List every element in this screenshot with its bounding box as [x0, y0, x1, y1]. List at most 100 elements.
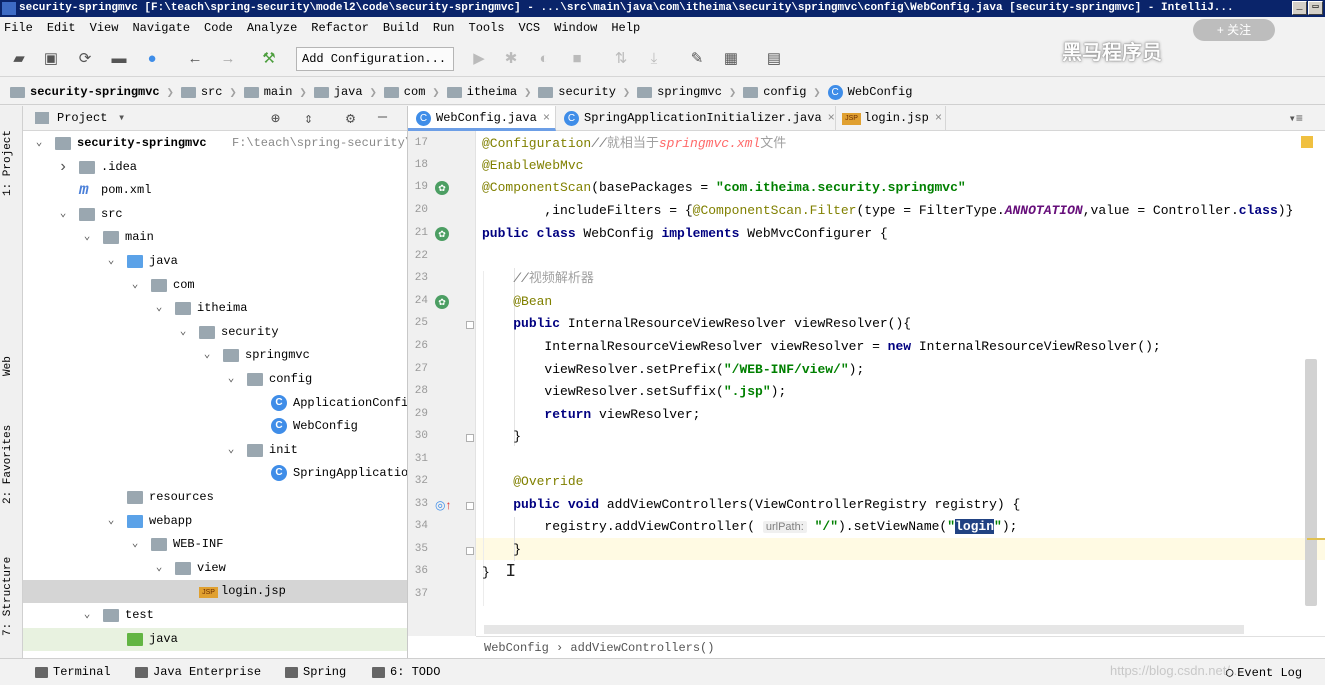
breadcrumb-item[interactable]: com ❯ — [383, 85, 447, 100]
download-icon[interactable]: ⤓ — [645, 50, 663, 68]
chevron-down-icon[interactable]: ▾ — [118, 110, 125, 125]
folder-icon[interactable]: ▬ — [110, 50, 128, 68]
menu-refactor[interactable]: Refactor — [311, 21, 369, 35]
tree-item[interactable]: ⌄ src — [23, 203, 407, 226]
breadcrumb-item[interactable]: security-springmvc ❯ — [10, 85, 181, 100]
tree-item[interactable]: ⌄ test — [23, 604, 407, 627]
tasks-icon[interactable]: ▤ — [765, 50, 783, 68]
web-tool-tab[interactable]: Web — [2, 356, 14, 376]
chevron-down-icon[interactable]: ⌄ — [225, 368, 237, 391]
tree-item[interactable]: ⌄ view — [23, 557, 407, 580]
project-structure-icon[interactable]: ▦ — [722, 50, 740, 68]
chevron-down-icon[interactable]: ⌄ — [153, 297, 165, 320]
menu-window[interactable]: Window — [554, 21, 597, 35]
tree-item[interactable]: C SpringApplicationInitializer — [23, 462, 407, 485]
tree-item[interactable]: ⌄ init — [23, 439, 407, 462]
chevron-down-icon[interactable]: ⌄ — [105, 510, 117, 533]
tree-item[interactable]: ⌄ itheima — [23, 297, 407, 320]
menu-build[interactable]: Build — [383, 21, 419, 35]
update-icon[interactable]: ⇅ — [612, 50, 630, 68]
code-breadcrumb-item[interactable]: addViewControllers() — [570, 641, 714, 655]
tab-list-icon[interactable]: ▾≡ — [1289, 111, 1303, 126]
fold-marker-icon[interactable] — [466, 502, 474, 510]
chevron-down-icon[interactable]: ⌄ — [129, 533, 141, 556]
menu-analyze[interactable]: Analyze — [247, 21, 297, 35]
fold-marker-icon[interactable] — [466, 321, 474, 329]
locate-icon[interactable]: ⊕ — [271, 109, 280, 128]
tree-item[interactable]: java — [23, 627, 407, 651]
debug-icon[interactable]: ✱ — [502, 50, 520, 68]
class-icon[interactable]: ● — [143, 50, 161, 68]
menu-code[interactable]: Code — [204, 21, 233, 35]
chevron-down-icon[interactable]: ⌄ — [57, 203, 69, 226]
chevron-down-icon[interactable]: ⌄ — [81, 604, 93, 627]
breadcrumb-item[interactable]: java ❯ — [313, 85, 384, 100]
follow-button[interactable]: + 关注 — [1193, 19, 1275, 41]
breadcrumb-item[interactable]: springmvc ❯ — [637, 85, 743, 100]
chevron-down-icon[interactable]: ⌄ — [225, 439, 237, 462]
structure-tool-tab[interactable]: 7: Structure — [2, 557, 14, 636]
tree-item[interactable]: ⌄ WEB-INF — [23, 533, 407, 556]
horizontal-scrollbar[interactable] — [484, 625, 1244, 634]
tree-item[interactable]: JSP login.jsp — [23, 580, 407, 604]
bean-method-icon[interactable]: ✿ — [435, 295, 449, 309]
close-icon[interactable]: × — [543, 111, 550, 125]
chevron-down-icon[interactable]: ⌄ — [153, 557, 165, 580]
menu-tools[interactable]: Tools — [469, 21, 505, 35]
spring-bean-icon[interactable]: ✿ — [435, 227, 449, 241]
project-tool-tab[interactable]: 1: Project — [2, 130, 14, 196]
tree-item[interactable]: ⌄ security — [23, 321, 407, 344]
open-folder-icon[interactable]: ▰ — [10, 50, 28, 68]
gear-icon[interactable]: ⚙ — [346, 109, 355, 128]
spring-tab[interactable]: Spring — [285, 665, 346, 679]
stop-icon[interactable]: ■ — [568, 50, 586, 68]
build-hammer-icon[interactable]: ⚒ — [260, 50, 278, 68]
code-breadcrumb-item[interactable]: WebConfig — [484, 641, 549, 655]
minimize-button[interactable]: _ — [1292, 1, 1307, 15]
tree-item[interactable]: › .idea — [23, 156, 407, 179]
terminal-tab[interactable]: Terminal — [35, 665, 111, 679]
menu-navigate[interactable]: Navigate — [132, 21, 190, 35]
project-view-label[interactable]: Project — [57, 111, 107, 125]
tree-item[interactable]: ⌄ com — [23, 274, 407, 297]
favorites-tool-tab[interactable]: 2: Favorites — [2, 425, 14, 504]
run-icon[interactable]: ▶ — [470, 50, 488, 68]
chevron-down-icon[interactable]: ⌄ — [177, 321, 189, 344]
chevron-down-icon[interactable]: ⌄ — [105, 250, 117, 273]
tab-login-jsp[interactable]: JSP login.jsp × — [836, 106, 946, 131]
tree-item[interactable]: ⌄ security-springmvc F:\teach\spring-secur… — [23, 132, 407, 155]
code-area[interactable]: @Configuration//就相当于springmvc.xml文件 @Ena… — [476, 131, 1325, 636]
tree-item[interactable]: ⌄ webapp — [23, 510, 407, 533]
menu-view[interactable]: View — [90, 21, 119, 35]
chevron-down-icon[interactable]: ⌄ — [81, 226, 93, 249]
save-icon[interactable]: ▣ — [42, 50, 60, 68]
hide-panel-icon[interactable]: — — [378, 109, 387, 126]
close-icon[interactable]: × — [935, 111, 942, 125]
run-configuration-select[interactable]: Add Configuration... — [296, 47, 454, 71]
breadcrumb-item[interactable]: security ❯ — [538, 85, 637, 100]
chevron-down-icon[interactable]: ⌄ — [201, 344, 213, 367]
menu-vcs[interactable]: VCS — [519, 21, 541, 35]
coverage-icon[interactable]: ◐ — [535, 50, 553, 68]
fold-marker-icon[interactable] — [466, 547, 474, 555]
chevron-right-icon[interactable]: › — [57, 156, 69, 179]
settings-wrench-icon[interactable]: ✎ — [688, 50, 706, 68]
chevron-down-icon[interactable]: ⌄ — [129, 274, 141, 297]
tree-item[interactable]: ⌄ java — [23, 250, 407, 273]
tree-item[interactable]: C WebConfig — [23, 415, 407, 438]
fold-marker-icon[interactable] — [466, 434, 474, 442]
menu-help[interactable]: Help — [611, 21, 640, 35]
override-icon[interactable]: ◎↑ — [435, 498, 451, 512]
tree-item[interactable]: ⌄ springmvc — [23, 344, 407, 367]
chevron-down-icon[interactable]: ⌄ — [33, 132, 45, 155]
vertical-scrollbar[interactable] — [1305, 359, 1317, 606]
tab-springapplicationinitializer-java[interactable]: C SpringApplicationInitializer.java × — [556, 106, 836, 131]
tab-webconfig-java[interactable]: C WebConfig.java × — [408, 106, 556, 131]
breadcrumb-item[interactable]: main ❯ — [243, 85, 314, 100]
back-arrow-icon[interactable]: ← — [186, 50, 204, 68]
sync-icon[interactable]: ⟳ — [76, 50, 94, 68]
event-log-tab[interactable]: ◯ Event Log — [1226, 665, 1302, 681]
menu-run[interactable]: Run — [433, 21, 455, 35]
tree-item[interactable]: resources — [23, 486, 407, 509]
forward-arrow-icon[interactable]: → — [219, 50, 237, 68]
